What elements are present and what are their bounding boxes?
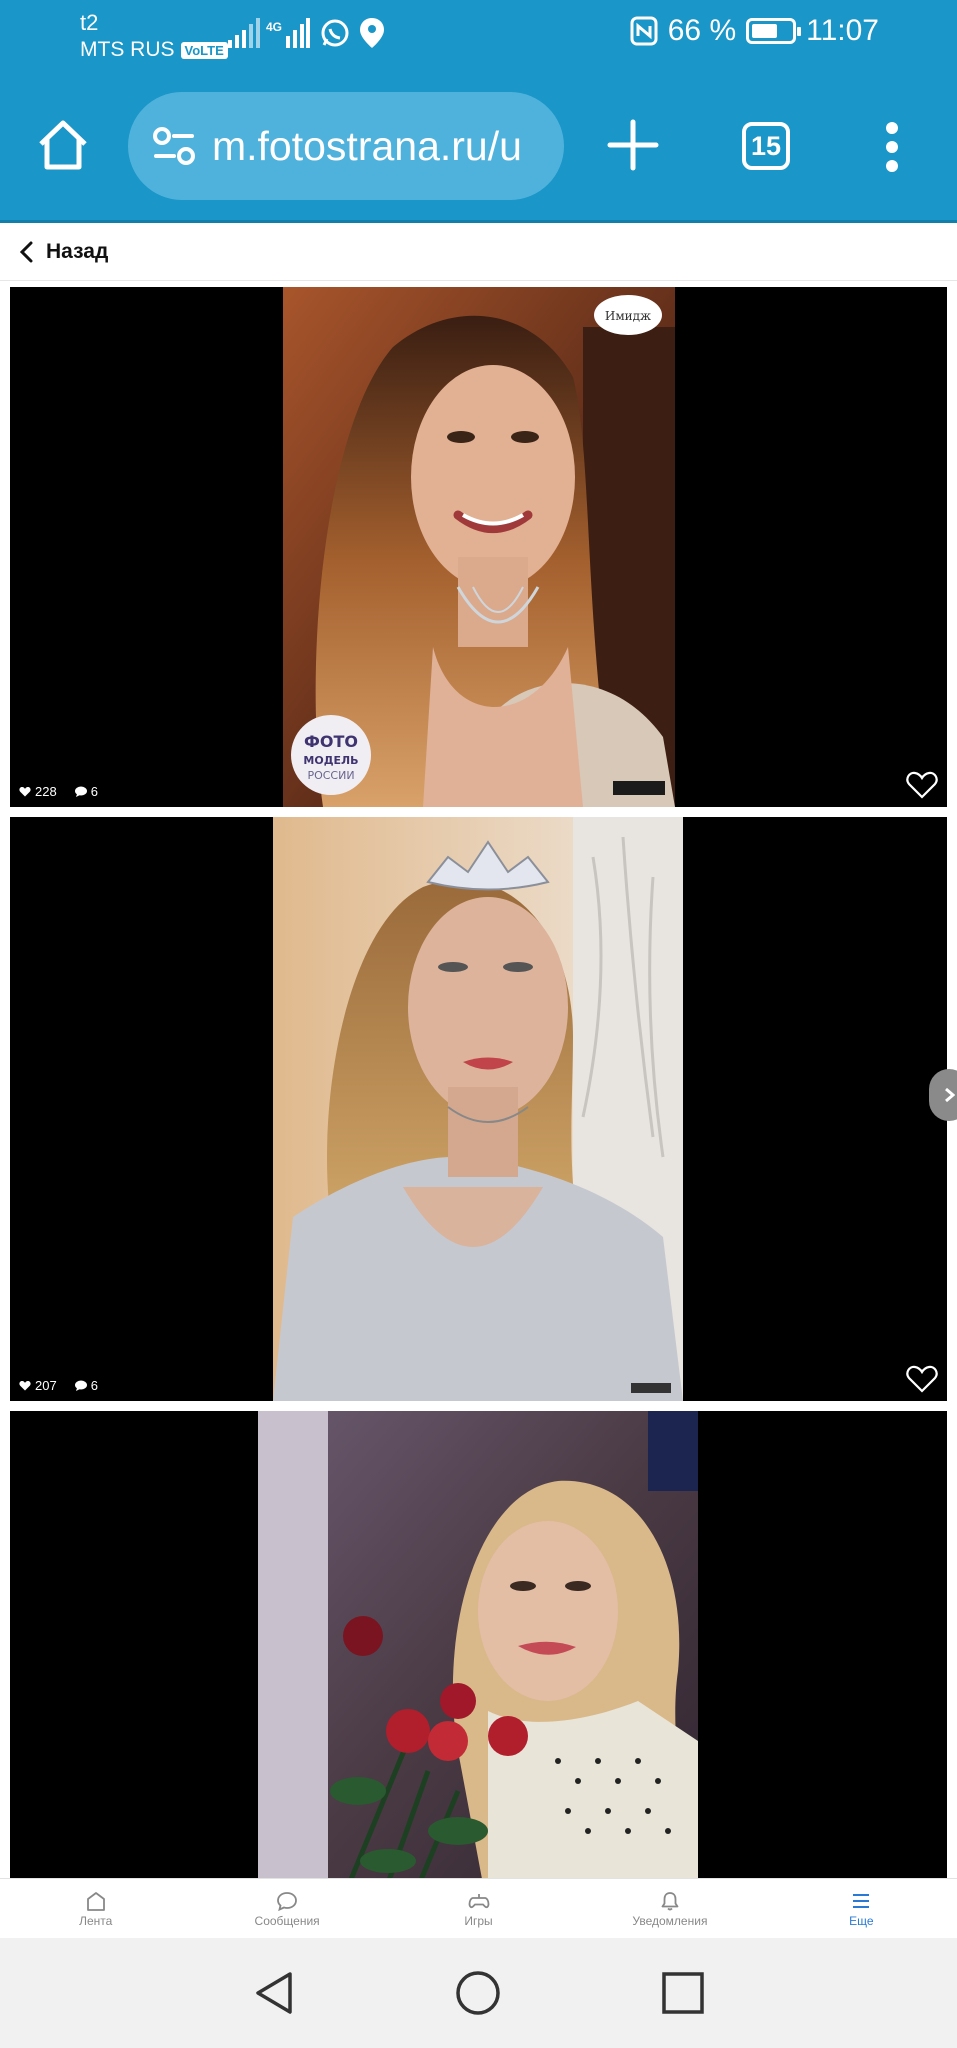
location-icon [360,18,384,48]
nav-item-feed[interactable]: Лента [0,1879,191,1938]
svg-text:Имидж: Имидж [605,309,651,323]
signal-icon [228,18,262,48]
back-bar[interactable]: Назад [0,223,957,281]
likes-count: 228 [19,784,57,799]
comment-icon [74,786,87,797]
photo-feed[interactable]: Имидж ФОТО МОДЕЛЬ РОССИИ 228 6 207 6 [0,281,957,1878]
recents-square-icon[interactable] [658,1968,708,2018]
site-settings-icon[interactable] [148,120,200,172]
system-nav-bar [0,1938,957,2048]
photo-stats: 228 6 [19,784,98,799]
photo-card[interactable]: 207 6 [10,817,947,1401]
nav-item-notifications[interactable]: Уведомления [574,1879,765,1938]
photo-image[interactable]: Имидж ФОТО МОДЕЛЬ РОССИИ [283,287,675,807]
battery-percent: 66 % [667,14,737,47]
nav-item-games[interactable]: Игры [383,1879,574,1938]
nav-item-more[interactable]: Еще [766,1879,957,1938]
photo-image[interactable] [273,817,683,1401]
comments-count: 6 [74,784,98,799]
carrier-secondary: t2 [80,10,99,35]
photo-card[interactable] [10,1411,947,1878]
likes-count: 207 [19,1378,57,1393]
back-triangle-icon[interactable] [250,1968,300,2018]
tabs-icon[interactable]: 15 [742,122,790,170]
chat-icon [277,1891,298,1911]
like-button-heart-icon[interactable] [906,1365,938,1393]
status-right: 66 % 11:07 [630,14,879,48]
carrier-name: MTS RUS [80,38,175,61]
photo-card[interactable]: Имидж ФОТО МОДЕЛЬ РОССИИ 228 6 [10,287,947,807]
more-vert-icon[interactable] [884,122,900,172]
comments-count: 6 [74,1378,98,1393]
carrier-primary: MTS RUS VoLTE [80,38,228,62]
battery-fill [752,24,778,38]
photo-stats: 207 6 [19,1378,98,1393]
home-circle-icon[interactable] [453,1968,503,2018]
network-type: 4G [266,20,283,34]
plus-icon[interactable] [606,118,660,172]
back-button[interactable]: Назад [46,240,108,264]
bell-icon [661,1891,679,1910]
like-button-heart-icon[interactable] [906,771,938,799]
home-icon [86,1891,105,1911]
heart-icon [19,1380,31,1391]
chevron-right-icon[interactable] [943,1087,955,1103]
signal-2-icon [286,18,310,48]
photo-image[interactable] [258,1411,698,1878]
clock: 11:07 [806,14,879,47]
browser-chrome: t2 MTS RUS VoLTE 4G 66 % 11:07 m.fotostr… [0,0,957,222]
nfc-icon [630,16,658,46]
next-photo-arrow[interactable] [929,1069,957,1121]
home-icon[interactable] [36,118,90,172]
tab-count: 15 [750,130,782,161]
menu-icon [853,1893,870,1908]
svg-text:МОДЕЛЬ: МОДЕЛЬ [303,754,358,767]
nav-label: Уведомления [632,1913,708,1928]
comment-icon [74,1380,87,1391]
chevron-left-icon[interactable] [18,241,34,263]
whatsapp-icon [320,18,350,48]
nav-label: Еще [849,1913,874,1928]
url-text[interactable]: m.fotostrana.ru/u [212,123,522,170]
volte-badge: VoLTE [180,41,228,59]
battery-icon [746,18,802,44]
app-bottom-nav: Лента Сообщения Игры Уведомления Еще [0,1878,957,1938]
gamepad-icon [468,1893,489,1908]
svg-text:ФОТО: ФОТО [304,732,358,751]
svg-text:РОССИИ: РОССИИ [307,769,354,782]
address-bar[interactable]: m.fotostrana.ru/u [128,92,564,200]
nav-label: Игры [464,1913,493,1928]
nav-item-messages[interactable]: Сообщения [191,1879,382,1938]
nav-label: Лента [79,1913,113,1928]
heart-icon [19,786,31,797]
nav-label: Сообщения [254,1913,320,1928]
